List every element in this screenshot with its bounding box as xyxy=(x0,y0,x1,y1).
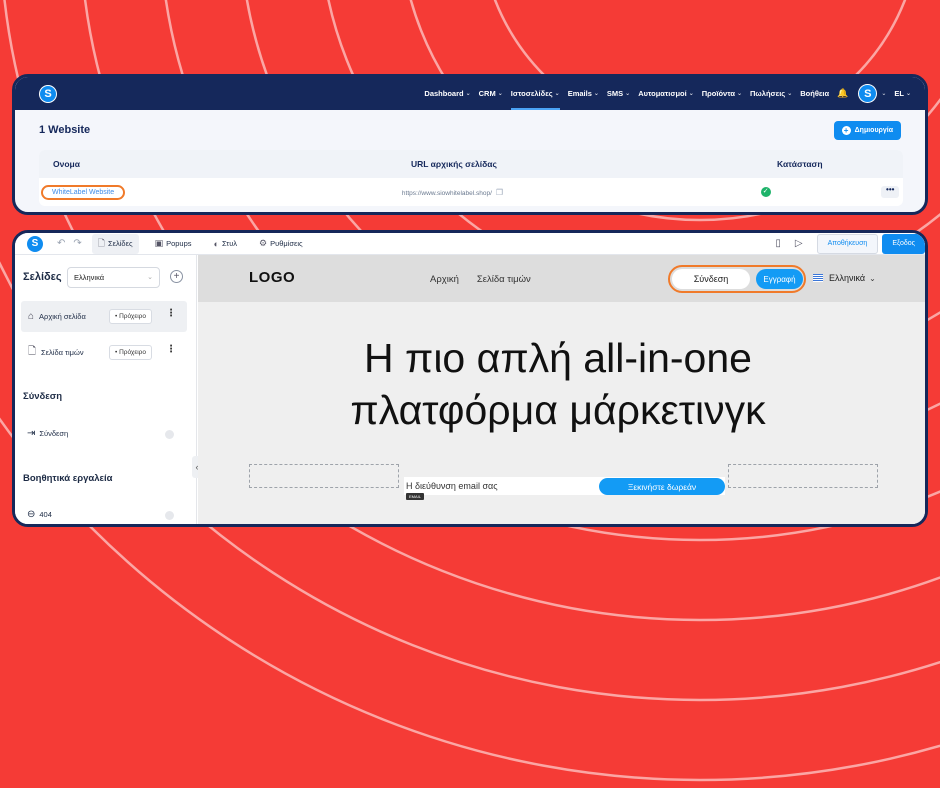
sidebar-item-404[interactable]: ⊖ 404 xyxy=(27,509,52,520)
email-input[interactable]: Η διεύθυνση email σας xyxy=(404,481,594,491)
plus-icon: + xyxy=(841,126,851,135)
login-icon: ⇥ xyxy=(27,428,36,439)
signup-button[interactable]: Εγγραφή xyxy=(756,269,803,289)
chevron-down-icon: ⌄ xyxy=(497,91,503,97)
create-button[interactable]: + Δημιουργία xyxy=(833,121,901,140)
language-switcher[interactable]: EL ⌄ xyxy=(894,77,911,110)
palette-icon: ◐ xyxy=(213,238,219,249)
chevron-down-icon: ⌄ xyxy=(147,274,153,281)
gear-icon: ⚙ xyxy=(259,238,268,248)
page-icon: 🗋 xyxy=(97,237,106,248)
app-logo[interactable]: S xyxy=(27,235,43,252)
nav-websites[interactable]: Ιστοσελίδες ⌄ xyxy=(510,77,560,110)
avatar[interactable]: S xyxy=(858,84,878,103)
chevron-down-icon: ⌄ xyxy=(593,91,599,97)
nav-products[interactable]: Προϊόντα ⌄ xyxy=(702,77,742,110)
tab-popups[interactable]: ▣ Popups xyxy=(149,234,198,254)
popup-icon: ▣ xyxy=(154,238,164,248)
save-button[interactable]: Αποθήκευση xyxy=(816,233,879,254)
page-icon: 🗋 xyxy=(28,346,37,357)
status-badge: • Πρόχειρο xyxy=(109,309,152,324)
element-tag: EMAIL xyxy=(406,493,425,500)
header-url: URL αρχικής σελίδας xyxy=(411,159,497,169)
editor-toolbar: S ↶ ↷ 🗋 Σελίδες ▣ Popups ◐ Στυλ ⚙ Ρυθμίσεις … xyxy=(15,233,925,255)
websites-panel: S Dashboard ⌄ CRM ⌄ Ιστοσελίδες ⌄ Emails ⌄ S… xyxy=(12,74,928,215)
home-icon: ⌂ xyxy=(28,311,35,322)
app-logo[interactable]: S xyxy=(39,84,57,103)
chevron-down-icon: ⌄ xyxy=(625,91,631,97)
exit-button[interactable]: Εξοδος xyxy=(882,233,925,254)
tab-settings[interactable]: ⚙ Ρυθμίσεις xyxy=(253,234,309,254)
tab-pages[interactable]: 🗋 Σελίδες xyxy=(91,233,139,254)
more-icon[interactable]: ⋮ xyxy=(166,344,176,355)
header-name: Ονομα xyxy=(53,159,80,169)
more-icon[interactable]: ⋮ xyxy=(166,308,176,319)
table-header: Ονομα URL αρχικής σελίδας Κατάσταση xyxy=(39,150,903,178)
chevron-down-icon: ⌄ xyxy=(688,91,694,97)
websites-table: Ονομα URL αρχικής σελίδας Κατάσταση Whit… xyxy=(39,150,903,206)
chevron-down-icon[interactable]: ⌄ xyxy=(881,90,886,97)
site-header: LOGO Αρχική Σελίδα τιμών Σύνδεση Εγγραφή… xyxy=(198,255,925,302)
status-dot xyxy=(165,511,174,520)
chevron-down-icon: ⌄ xyxy=(736,91,743,97)
status-dot xyxy=(165,430,174,439)
login-button[interactable]: Σύνδεση xyxy=(672,269,750,289)
link-icon: ⊖ xyxy=(27,509,36,520)
editor-panel: S ↶ ↷ 🗋 Σελίδες ▣ Popups ◐ Στυλ ⚙ Ρυθμίσεις … xyxy=(12,230,928,527)
row-more-button[interactable]: ••• xyxy=(881,186,899,198)
chevron-down-icon: ⌄ xyxy=(787,91,793,97)
cta-button[interactable]: Ξεκινήστε δωρεάν xyxy=(599,478,725,495)
sidebar-item-home[interactable]: ⌂ Αρχική σελίδα • Πρόχειρο ⋮ xyxy=(21,301,187,332)
nav-help[interactable]: Βοήθεια xyxy=(800,77,829,110)
placeholder-right[interactable] xyxy=(728,464,878,488)
nav-automations[interactable]: Αυτοματισμοί ⌄ xyxy=(638,77,694,110)
play-preview-icon[interactable]: ▷ xyxy=(795,238,803,249)
add-page-button[interactable]: + xyxy=(170,270,183,283)
chevron-down-icon: ⌄ xyxy=(554,91,560,97)
nav-dashboard[interactable]: Dashboard ⌄ xyxy=(424,77,470,110)
sites-header: 1 Website + Δημιουργία xyxy=(15,110,925,150)
site-menu-pricing[interactable]: Σελίδα τιμών xyxy=(477,274,531,285)
chevron-down-icon: ⌄ xyxy=(869,273,876,283)
greek-flag-icon xyxy=(813,274,823,282)
sidebar-title: Σελίδες xyxy=(23,271,62,283)
pages-sidebar: Σελίδες Ελληνικά ⌄ + ⌂ Αρχική σελίδα • Π… xyxy=(15,255,202,524)
website-name-link[interactable]: WhiteLabel Website xyxy=(41,184,126,200)
tab-style[interactable]: ◐ Στυλ xyxy=(208,234,244,254)
redo-icon[interactable]: ↷ xyxy=(73,238,81,249)
site-language-switcher[interactable]: Ελληνικά ⌄ xyxy=(813,273,876,283)
chevron-down-icon: ⌄ xyxy=(905,91,911,97)
status-check-icon: ✓ xyxy=(760,187,771,197)
sidebar-item-pricing[interactable]: 🗋 Σελίδα τιμών • Πρόχειρο ⋮ xyxy=(21,337,187,368)
nav-menu: Dashboard ⌄ CRM ⌄ Ιστοσελίδες ⌄ Emails ⌄ SMS… xyxy=(416,77,911,110)
undo-icon[interactable]: ↶ xyxy=(57,238,65,249)
section-tools: Βοηθητικά εργαλεία xyxy=(23,473,113,484)
table-row: WhiteLabel Website https://www.siowhitel… xyxy=(39,178,903,206)
site-logo[interactable]: LOGO xyxy=(249,269,295,286)
language-select[interactable]: Ελληνικά ⌄ xyxy=(67,267,160,288)
sidebar-item-login[interactable]: ⇥ Σύνδεση xyxy=(27,428,68,439)
status-badge: • Πρόχειρο xyxy=(109,345,152,360)
copy-icon[interactable]: ❐ xyxy=(496,188,503,197)
site-menu: Αρχική Σελίδα τιμών xyxy=(430,274,531,285)
nav-emails[interactable]: Emails ⌄ xyxy=(568,77,599,110)
bell-icon[interactable]: 🔔 xyxy=(837,88,848,99)
page-title: 1 Website xyxy=(39,124,91,136)
nav-sms[interactable]: SMS ⌄ xyxy=(607,77,630,110)
hero-heading[interactable]: Η πιο απλή all-in-one πλατφόρμα μάρκετιν… xyxy=(258,332,858,436)
nav-sales[interactable]: Πωλήσεις ⌄ xyxy=(750,77,792,110)
section-login: Σύνδεση xyxy=(23,391,63,402)
page-canvas: LOGO Αρχική Σελίδα τιμών Σύνδεση Εγγραφή… xyxy=(198,255,925,524)
nav-crm[interactable]: CRM ⌄ xyxy=(479,77,503,110)
mobile-preview-icon[interactable]: ▯ xyxy=(775,238,781,249)
top-nav: S Dashboard ⌄ CRM ⌄ Ιστοσελίδες ⌄ Emails ⌄ S… xyxy=(15,77,925,110)
site-menu-home[interactable]: Αρχική xyxy=(430,274,459,285)
website-url: https://www.siowhitelabel.shop/ xyxy=(401,189,492,197)
header-status: Κατάσταση xyxy=(777,159,823,169)
placeholder-left[interactable] xyxy=(249,464,399,488)
chevron-down-icon: ⌄ xyxy=(465,91,471,97)
